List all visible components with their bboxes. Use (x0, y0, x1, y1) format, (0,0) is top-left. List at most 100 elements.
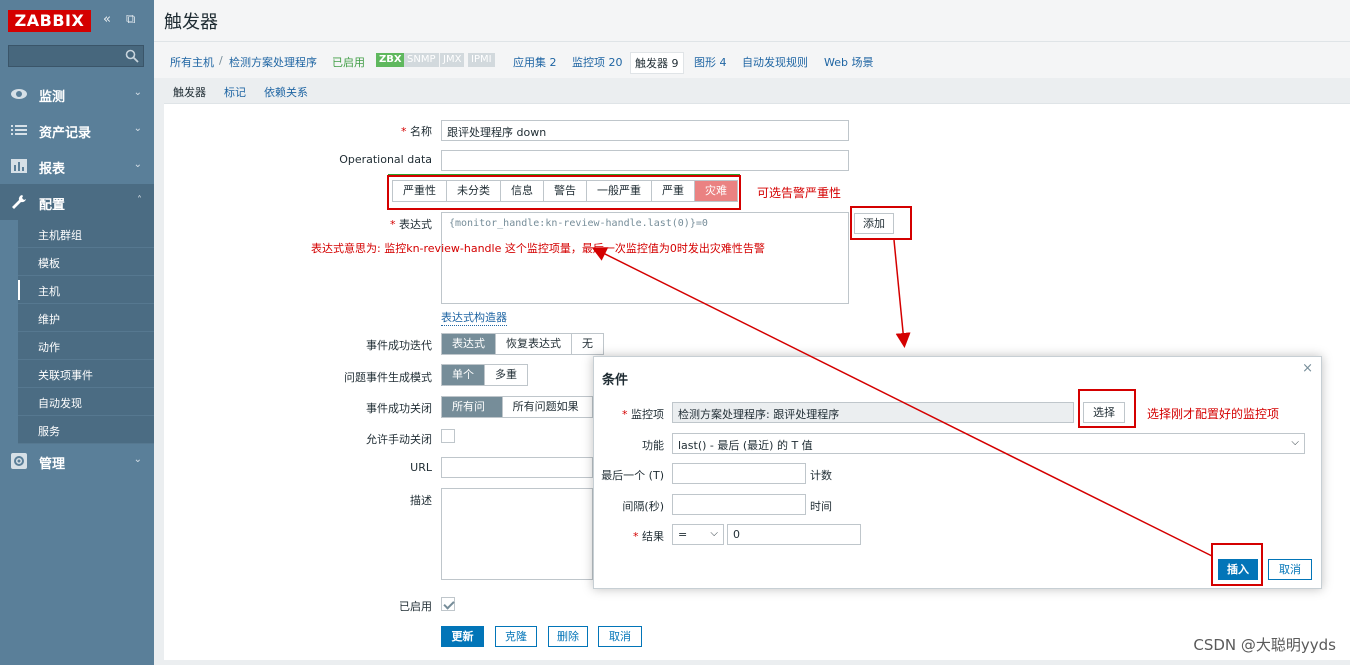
manual-close-label: 允许手动关闭 (366, 433, 432, 446)
menu-reports[interactable]: 报表 ⌄ (0, 148, 154, 184)
sidebar-search-input[interactable] (8, 45, 144, 67)
delete-button[interactable]: 删除 (548, 626, 588, 647)
ok-event-none[interactable]: 无 (572, 334, 603, 354)
dialog-result-label: * 结果 (633, 530, 664, 543)
ok-close-tag[interactable]: 所有问题如果标 (502, 397, 592, 417)
menu-label: 管理 (39, 457, 66, 472)
severity-highlight-box (387, 175, 741, 210)
crumb-web-scenarios[interactable]: Web 场景 (824, 54, 873, 70)
chevron-down-icon: ⌵ (1291, 437, 1299, 448)
availability-zbx: ZBX (376, 53, 405, 67)
ok-event-recovery[interactable]: 恢复表达式 (496, 334, 572, 354)
problem-mode-multiple[interactable]: 多重 (485, 365, 527, 385)
zabbix-logo[interactable]: ZABBIX (8, 10, 91, 32)
crumb-triggers[interactable]: 触发器 9 (630, 52, 684, 74)
submenu-maintenance[interactable]: 维护 (18, 304, 154, 332)
submenu-actions[interactable]: 动作 (18, 332, 154, 360)
chevron-down-icon: ⌄ (133, 87, 142, 98)
name-input[interactable]: 跟评处理程序 down (441, 120, 849, 141)
chevron-down-icon: ⌄ (133, 159, 142, 170)
crumb-separator: / (219, 54, 223, 67)
menu-administration[interactable]: 管理 ⌄ (0, 443, 154, 479)
gear-icon (11, 453, 27, 469)
ok-close-selector: 所有问题 所有问题如果标 (441, 396, 593, 418)
tab-tags[interactable]: 标记 (224, 84, 246, 100)
crumb-discovery-rules[interactable]: 自动发现规则 (742, 54, 808, 70)
crumb-all-hosts[interactable]: 所有主机 (170, 54, 214, 70)
dialog-interval-label: 间隔(秒) (622, 500, 664, 513)
update-button[interactable]: 更新 (441, 626, 484, 647)
bar-chart-icon (11, 159, 27, 173)
submenu-host-groups[interactable]: 主机群组 (18, 220, 154, 248)
chevron-down-icon: ⌄ (133, 123, 142, 134)
expression-textarea[interactable]: {monitor_handle:kn-review-handle.last(0)… (441, 212, 849, 304)
description-textarea[interactable] (441, 488, 593, 580)
opdata-input[interactable] (441, 150, 849, 171)
crumb-graphs[interactable]: 图形 4 (694, 54, 727, 70)
dialog-item-input[interactable]: 检测方案处理程序: 跟评处理程序 (672, 402, 1074, 423)
enabled-checkbox[interactable] (441, 597, 455, 611)
result-value-input[interactable]: 0 (727, 524, 861, 545)
crumb-host[interactable]: 检测方案处理程序 (229, 54, 317, 70)
menu-configuration[interactable]: 配置 ˄ (0, 184, 154, 220)
menu-label: 资产记录 (39, 126, 92, 141)
cancel-button[interactable]: 取消 (598, 626, 642, 647)
availability-jmx: JMX (440, 53, 465, 67)
last-count-unit: 计数 (810, 469, 832, 482)
dialog-title: 条件 (602, 373, 629, 388)
submenu-hosts[interactable]: 主机 (18, 276, 154, 304)
item-annotation: 选择刚才配置好的监控项 (1147, 407, 1280, 421)
result-operator-select[interactable]: = ⌵ (672, 524, 724, 545)
expression-constructor-link[interactable]: 表达式构造器 (441, 309, 507, 326)
tab-trigger[interactable]: 触发器 (173, 84, 206, 106)
config-submenu: 主机群组 模板 主机 维护 动作 关联项事件 自动发现 服务 (18, 220, 154, 444)
sidebar: ZABBIX « ⧉ 监测 ⌄ 资产记录 ⌄ 报表 ⌄ 配置 ˄ 主机群组 模板… (0, 0, 154, 665)
submenu-discovery[interactable]: 自动发现 (18, 388, 154, 416)
chevron-up-icon: ˄ (137, 195, 142, 206)
clone-button[interactable]: 克隆 (495, 626, 537, 647)
expression-label: * 表达式 (390, 218, 432, 231)
problem-mode-label: 问题事件生成模式 (344, 371, 432, 384)
last-count-input[interactable] (672, 463, 806, 484)
url-label: URL (410, 461, 432, 474)
crumb-applications[interactable]: 应用集 2 (513, 54, 557, 70)
submenu-event-correlation[interactable]: 关联项事件 (18, 360, 154, 388)
dialog-item-label: * 监控项 (622, 408, 664, 421)
eye-icon (11, 89, 27, 99)
submenu-services[interactable]: 服务 (18, 416, 154, 444)
description-label: 描述 (410, 494, 432, 507)
expression-annotation: 表达式意思为: 监控kn-review-handle 这个监控项量，最后一次监控… (311, 242, 765, 255)
breadcrumb: 所有主机 / 检测方案处理程序 已启用 ZBX SNMP JMX IPMI 应用… (154, 42, 1350, 78)
collapse-icon[interactable]: « (103, 12, 111, 28)
close-icon[interactable]: × (1302, 361, 1313, 376)
interval-input[interactable] (672, 494, 806, 515)
header-bar (154, 0, 1350, 42)
dialog-last-label: 最后一个 (T) (601, 469, 664, 482)
list-icon (11, 125, 27, 135)
ok-close-label: 事件成功关闭 (366, 402, 432, 415)
submenu-templates[interactable]: 模板 (18, 248, 154, 276)
crumb-status-enabled[interactable]: 已启用 (332, 54, 365, 70)
enabled-label: 已启用 (399, 600, 432, 613)
page-title: 触发器 (164, 12, 218, 33)
wrench-icon (12, 195, 26, 209)
menu-inventory[interactable]: 资产记录 ⌄ (0, 112, 154, 148)
dialog-cancel-button[interactable]: 取消 (1268, 559, 1312, 580)
tab-bar: 触发器 标记 依赖关系 (164, 80, 1350, 106)
ok-close-all[interactable]: 所有问题 (442, 397, 503, 417)
url-input[interactable] (441, 457, 593, 478)
manual-close-checkbox[interactable] (441, 429, 455, 443)
select-highlight-box (1078, 389, 1136, 428)
crumb-items[interactable]: 监控项 20 (572, 54, 623, 70)
chevron-down-icon: ⌄ (133, 454, 142, 465)
ok-event-label: 事件成功迭代 (366, 339, 432, 352)
problem-mode-single[interactable]: 单个 (442, 365, 485, 385)
tab-dependencies[interactable]: 依赖关系 (264, 84, 308, 100)
ok-event-expression[interactable]: 表达式 (442, 334, 496, 354)
fullscreen-icon[interactable]: ⧉ (126, 12, 135, 28)
function-select[interactable]: last() - 最后 (最近) 的 T 值 ⌵ (672, 433, 1305, 454)
search-icon[interactable] (125, 49, 139, 63)
problem-mode-selector: 单个 多重 (441, 364, 528, 386)
menu-monitoring[interactable]: 监测 ⌄ (0, 76, 154, 112)
add-highlight-box (850, 206, 912, 240)
